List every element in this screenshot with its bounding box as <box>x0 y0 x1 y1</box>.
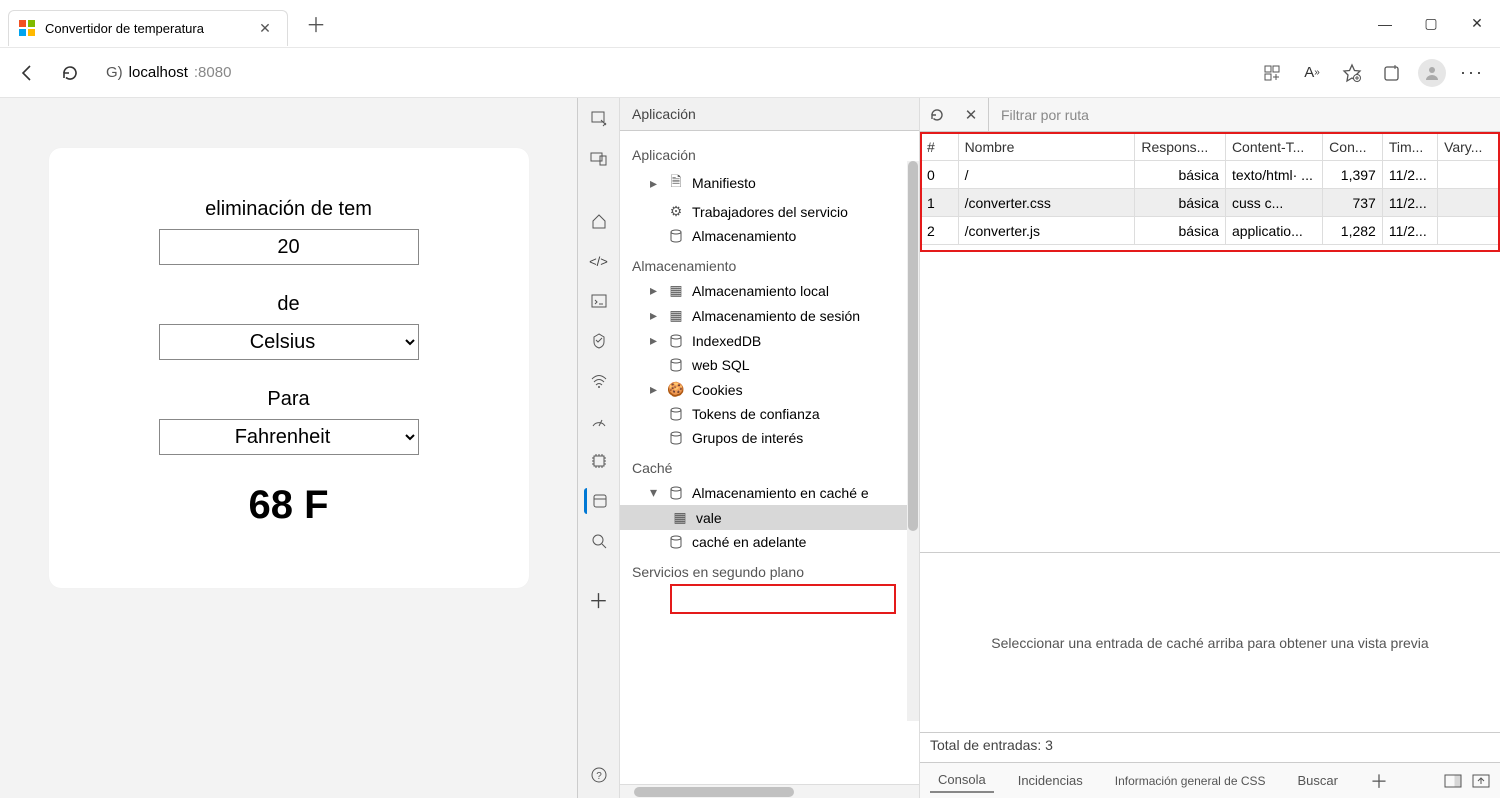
tree-section-storage: Almacenamiento <box>620 248 919 278</box>
from-label: de <box>89 293 489 316</box>
tree-item-interest-groups[interactable]: Grupos de interés <box>620 426 919 450</box>
cache-preview: Seleccionar una entrada de caché arriba … <box>920 552 1500 732</box>
more-tools-button[interactable]: ＋ <box>584 586 614 612</box>
nav-refresh-button[interactable] <box>52 55 88 91</box>
col-name[interactable]: Nombre <box>958 133 1135 161</box>
col-response[interactable]: Respons... <box>1135 133 1226 161</box>
drawer-expand-icon[interactable] <box>1472 774 1490 788</box>
col-index[interactable]: # <box>921 133 959 161</box>
devtools-drawer: Consola Incidencias Información general … <box>920 762 1500 798</box>
drawer-tab-search[interactable]: Buscar <box>1290 769 1346 792</box>
profile-button[interactable] <box>1414 55 1450 91</box>
tab-close-icon[interactable]: ✕ <box>255 20 275 37</box>
cache-table-row[interactable]: 2/converter.jsbásicaapplicatio...1,28211… <box>921 217 1500 245</box>
cache-table-header-row: # Nombre Respons... Content-T... Con... … <box>921 133 1500 161</box>
cache-status: Total de entradas: 3 <box>920 732 1500 762</box>
tree-item-cache-entry[interactable]: ▦vale <box>620 505 919 530</box>
site-favicon <box>19 20 35 36</box>
device-emulation-icon[interactable] <box>584 146 614 172</box>
application-panel: Aplicación Aplicación ▸🗎Manifiesto ⚙Trab… <box>620 98 920 798</box>
browser-tab[interactable]: Convertidor de temperatura ✕ <box>8 10 288 46</box>
application-panel-title: Aplicación <box>620 98 919 131</box>
col-content-length[interactable]: Con... <box>1323 133 1383 161</box>
tree-item-websql[interactable]: web SQL <box>620 353 919 377</box>
menu-button[interactable]: ··· <box>1454 55 1490 91</box>
tree-item-trust-tokens[interactable]: Tokens de confianza <box>620 402 919 426</box>
to-label: Para <box>89 388 489 411</box>
address-bar: G) localhost :8080 A» ··· <box>0 48 1500 98</box>
cache-table-wrap: # Nombre Respons... Content-T... Con... … <box>920 132 1500 552</box>
nav-back-button[interactable] <box>10 55 46 91</box>
application-tree: Aplicación ▸🗎Manifiesto ⚙Trabajadores de… <box>620 131 919 784</box>
cache-delete-button[interactable]: ✕ <box>954 98 988 132</box>
from-select[interactable]: Celsius <box>159 324 419 360</box>
tree-item-storage[interactable]: Almacenamiento <box>620 224 919 248</box>
cache-table-row[interactable]: 0/básicatexto/html· ...1,39711/2... <box>921 161 1500 189</box>
tree-section-bg: Servicios en segundo plano <box>620 554 919 584</box>
tree-item-manifest[interactable]: ▸🗎Manifiesto <box>620 167 919 199</box>
console-icon[interactable] <box>584 288 614 314</box>
to-select[interactable]: Fahrenheit <box>159 419 419 455</box>
window-maximize-button[interactable]: ▢ <box>1408 0 1454 48</box>
collections-icon[interactable] <box>1374 55 1410 91</box>
tree-item-local-storage[interactable]: ▸▦Almacenamiento local <box>620 278 919 303</box>
tree-item-cache-storage[interactable]: ▾Almacenamiento en caché e <box>620 480 919 505</box>
tree-scrollbar[interactable] <box>907 161 919 721</box>
url-prefix: G) <box>106 64 123 81</box>
css-overview-icon[interactable] <box>584 528 614 554</box>
url-field[interactable]: G) localhost :8080 <box>94 55 1248 91</box>
cache-table: # Nombre Respons... Content-T... Con... … <box>920 132 1500 245</box>
temp-input[interactable] <box>159 229 419 265</box>
devtools: </> ＋ ? Aplicación Aplicación ▸🗎Manifies… <box>577 98 1500 798</box>
help-icon[interactable]: ? <box>584 762 614 788</box>
col-time[interactable]: Tim... <box>1382 133 1437 161</box>
performance-icon[interactable] <box>584 408 614 434</box>
tree-item-forward-cache[interactable]: caché en adelante <box>620 530 919 554</box>
col-content-type[interactable]: Content-T... <box>1225 133 1322 161</box>
welcome-icon[interactable] <box>584 208 614 234</box>
url-port: :8080 <box>194 64 232 81</box>
new-tab-button[interactable]: ＋ <box>302 9 330 38</box>
cache-table-row[interactable]: 1/converter.cssbásicacuss c...73711/2... <box>921 189 1500 217</box>
window-controls: — ▢ ✕ <box>1362 0 1500 48</box>
window-close-button[interactable]: ✕ <box>1454 0 1500 48</box>
tree-section-app: Aplicación <box>620 137 919 167</box>
tree-item-session-storage[interactable]: ▸▦Almacenamiento de sesión <box>620 303 919 328</box>
url-host: localhost <box>129 64 188 81</box>
cache-toolbar: ✕ Filtrar por ruta <box>920 98 1500 132</box>
temp-label: eliminación de tem <box>89 198 489 221</box>
read-aloud-icon[interactable]: A» <box>1294 55 1330 91</box>
tree-section-cache: Caché <box>620 450 919 480</box>
converter-card: eliminación de tem de Celsius Para Fahre… <box>49 148 529 588</box>
tree-item-indexeddb[interactable]: ▸IndexedDB <box>620 328 919 353</box>
drawer-tab-console[interactable]: Consola <box>930 768 994 793</box>
window-minimize-button[interactable]: — <box>1362 0 1408 48</box>
drawer-dock-icon[interactable] <box>1444 774 1462 788</box>
cache-panel: ✕ Filtrar por ruta # Nombre Respons... C… <box>920 98 1500 798</box>
inspect-icon[interactable] <box>584 106 614 132</box>
result-text: 68 F <box>89 483 489 528</box>
highlight-box <box>670 584 896 614</box>
tree-item-service-workers[interactable]: ⚙Trabajadores del servicio <box>620 199 919 224</box>
tab-title: Convertidor de temperatura <box>45 21 245 36</box>
drawer-add-tab[interactable]: ＋ <box>1362 764 1396 798</box>
drawer-tab-issues[interactable]: Incidencias <box>1010 769 1091 792</box>
network-icon[interactable] <box>584 368 614 394</box>
elements-icon[interactable]: </> <box>584 248 614 274</box>
tree-item-cookies[interactable]: ▸🍪Cookies <box>620 377 919 402</box>
svg-text:?: ? <box>596 771 602 782</box>
browser-titlebar: Convertidor de temperatura ✕ ＋ — ▢ ✕ <box>0 0 1500 48</box>
drawer-tab-css-overview[interactable]: Información general de CSS <box>1107 770 1274 792</box>
favorites-icon[interactable] <box>1334 55 1370 91</box>
page-content: eliminación de tem de Celsius Para Fahre… <box>0 98 577 798</box>
sources-icon[interactable] <box>584 328 614 354</box>
col-vary[interactable]: Vary... <box>1438 133 1500 161</box>
cache-refresh-button[interactable] <box>920 98 954 132</box>
app-install-icon[interactable] <box>1254 55 1290 91</box>
tree-hscrollbar[interactable] <box>620 784 919 798</box>
cache-filter-input[interactable]: Filtrar por ruta <box>988 98 1101 131</box>
memory-icon[interactable] <box>584 448 614 474</box>
devtools-activity-bar: </> ＋ ? <box>578 98 620 798</box>
application-icon[interactable] <box>584 488 614 514</box>
